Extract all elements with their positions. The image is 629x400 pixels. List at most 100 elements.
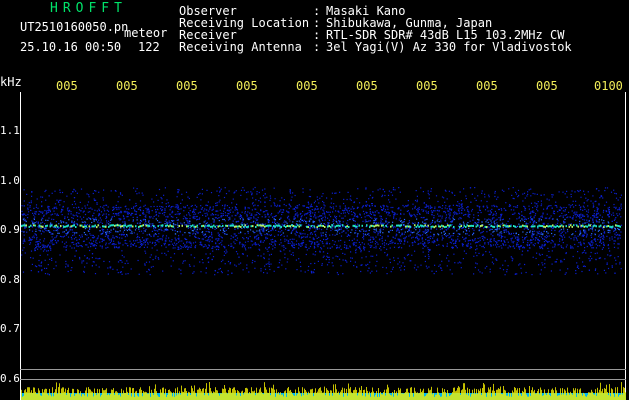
noise-pixel (500, 234, 502, 236)
noise-pixel (142, 210, 144, 212)
noise-pixel (469, 187, 472, 189)
noise-pixel (139, 239, 141, 241)
noise-pixel (172, 260, 174, 262)
noise-pixel (318, 236, 320, 238)
noise-pixel (186, 218, 188, 220)
noise-pixel (523, 228, 525, 230)
noise-pixel (414, 207, 416, 209)
noise-pixel (312, 237, 314, 239)
noise-pixel (365, 256, 367, 258)
noise-pixel (574, 235, 576, 237)
noise-pixel (409, 213, 411, 215)
noise-pixel (496, 224, 498, 226)
noise-pixel (219, 209, 221, 211)
noise-pixel (581, 270, 583, 273)
noise-pixel (332, 211, 334, 213)
noise-pixel (144, 263, 146, 265)
noise-pixel (420, 216, 422, 219)
noise-pixel (494, 192, 496, 194)
noise-pixel (393, 259, 395, 262)
noise-pixel (443, 231, 445, 233)
noise-pixel (562, 247, 564, 249)
noise-pixel (258, 200, 260, 202)
noise-pixel (499, 234, 501, 236)
noise-pixel (132, 216, 134, 218)
noise-pixel (140, 219, 142, 221)
noise-pixel (25, 220, 27, 223)
noise-pixel (613, 203, 615, 206)
noise-pixel (380, 246, 382, 248)
noise-pixel (389, 201, 391, 203)
noise-pixel (309, 228, 311, 230)
noise-pixel (334, 229, 336, 231)
noise-pixel (552, 212, 555, 214)
noise-pixel (543, 194, 545, 196)
noise-pixel (254, 186, 256, 189)
noise-pixel (134, 229, 137, 231)
noise-pixel (615, 259, 617, 261)
noise-pixel (334, 241, 336, 243)
noise-pixel (127, 245, 129, 247)
noise-pixel (232, 223, 234, 225)
noise-pixel (76, 232, 78, 234)
noise-pixel (140, 209, 142, 212)
noise-pixel (604, 187, 607, 189)
noise-pixel (595, 219, 597, 221)
noise-pixel (515, 206, 517, 208)
carrier-line (21, 224, 621, 229)
noise-pixel (24, 223, 26, 225)
noise-pixel (540, 233, 542, 235)
noise-pixel (190, 228, 192, 230)
noise-pixel (540, 205, 542, 207)
noise-pixel (279, 231, 281, 233)
noise-pixel (292, 254, 294, 256)
noise-pixel (155, 239, 157, 242)
noise-pixel (440, 219, 442, 221)
noise-pixel (351, 257, 353, 259)
noise-pixel (235, 251, 238, 253)
noise-pixel (263, 272, 265, 274)
noise-pixel (437, 218, 439, 220)
noise-pixel (215, 248, 218, 251)
noise-pixel (496, 230, 498, 232)
noise-pixel (314, 200, 316, 202)
noise-pixel (312, 212, 314, 214)
noise-pixel (380, 217, 382, 219)
noise-pixel (162, 270, 164, 272)
noise-pixel (600, 242, 603, 244)
noise-pixel (566, 217, 568, 219)
noise-pixel (234, 214, 236, 216)
noise-pixel (593, 239, 595, 241)
noise-pixel (594, 252, 596, 255)
noise-pixel (615, 206, 617, 208)
noise-pixel (355, 250, 357, 252)
noise-pixel (386, 253, 389, 255)
noise-pixel (465, 198, 467, 200)
noise-pixel (156, 240, 158, 242)
noise-pixel (530, 188, 532, 190)
noise-pixel (438, 210, 440, 212)
carrier-pixel (25, 224, 27, 227)
noise-pixel (231, 207, 233, 209)
noise-pixel (29, 243, 31, 245)
noise-pixel (124, 240, 126, 242)
noise-pixel (408, 235, 410, 237)
noise-pixel (388, 221, 390, 223)
noise-pixel (175, 244, 177, 246)
noise-pixel (586, 213, 588, 216)
noise-pixel (258, 191, 260, 194)
noise-pixel (54, 239, 56, 242)
noise-pixel (448, 190, 450, 192)
noise-pixel (540, 231, 542, 233)
noise-pixel (269, 243, 271, 245)
noise-pixel (617, 247, 619, 249)
noise-pixel (584, 229, 586, 231)
noise-pixel (220, 215, 222, 217)
noise-pixel (139, 240, 141, 242)
noise-pixel (274, 235, 276, 237)
noise-pixel (172, 247, 174, 249)
carrier-pixel (46, 224, 48, 227)
noise-pixel (201, 244, 203, 246)
noise-pixel (35, 247, 37, 249)
noise-pixel (163, 230, 165, 232)
